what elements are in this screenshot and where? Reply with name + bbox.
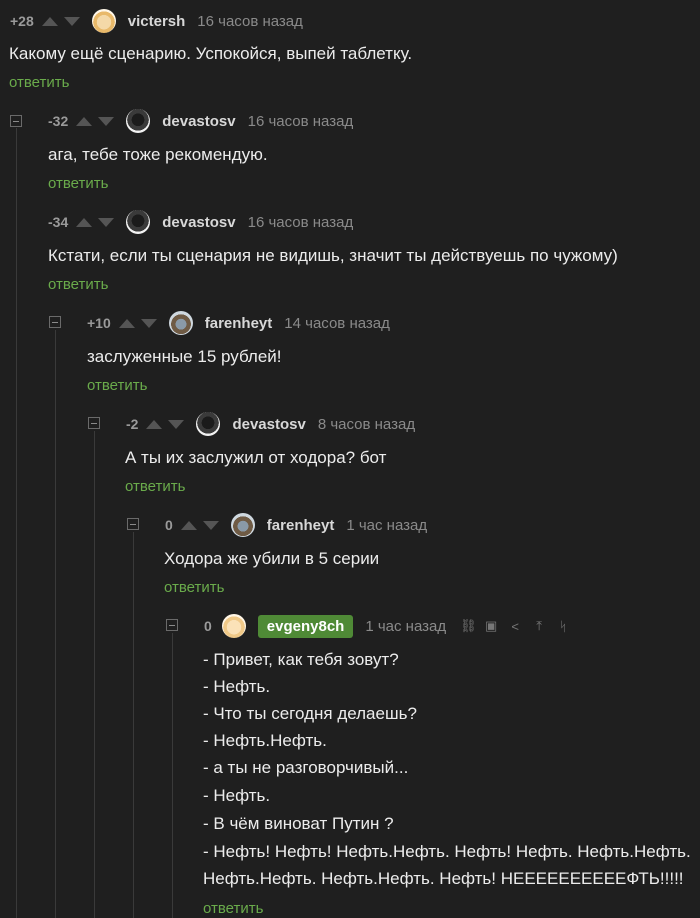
comment-time[interactable]: 16 часов назад [248,113,354,130]
avatar-icon[interactable] [230,513,255,537]
comment-text-line: - а ты не разговорчивый... [203,758,409,777]
comment-time[interactable]: 14 часов назад [284,315,390,332]
thread-line [172,633,173,918]
comment-text: ага, тебе тоже рекомендую. [48,145,268,164]
avatar-icon[interactable] [126,109,151,133]
comment-rating: 0 [204,618,212,634]
avatar-icon[interactable] [126,210,151,234]
upvote-icon[interactable] [76,217,93,227]
comment-author[interactable]: devastosv [232,416,305,433]
thread-line [16,128,17,918]
downvote-icon[interactable] [98,217,115,227]
comment-text: Ходора же убили в 5 серии [164,549,380,568]
avatar-icon[interactable] [221,614,246,638]
comment-text-line: - Привет, как тебя зовут? [203,650,399,669]
branch-icon[interactable]: ᛋ [556,619,570,634]
comment-rating: 0 [165,517,173,533]
comment-text: А ты их заслужил от ходора? бот [125,448,387,467]
upvote-icon[interactable] [146,419,163,429]
comment-time[interactable]: 8 часов назад [318,416,415,433]
reply-link[interactable]: ответить [48,175,108,192]
avatar-icon[interactable] [196,412,221,436]
avatar-icon[interactable] [91,9,116,33]
downvote-icon[interactable] [98,116,115,126]
thread-line [55,330,56,918]
comment-time[interactable]: 16 часов назад [248,214,354,231]
comment-author[interactable]: farenheyt [205,315,273,332]
comment-rating: -34 [48,214,69,230]
reply-link[interactable]: ответить [48,276,108,293]
comment-rating: +10 [87,315,111,331]
comment-text-line: Нефть.Нефть. Нефть.Нефть. Нефть! НЕЕЕЕЕЕ… [203,869,684,888]
link-icon[interactable]: ⛓ [460,618,477,634]
reply-link[interactable]: ответить [125,478,185,495]
thread-line [133,532,134,918]
comment-rating: -32 [48,113,69,129]
collapse-icon[interactable] [127,518,139,530]
comment-rating: +28 [10,13,34,29]
collapse-icon[interactable] [88,417,100,429]
share-icon[interactable]: < [508,619,522,634]
comment-author-badge[interactable]: evgeny8ch [257,614,354,638]
reply-link[interactable]: ответить [203,900,263,917]
comment-text-line: - Нефть.Нефть. [203,731,327,750]
comment-author[interactable]: victersh [128,13,186,30]
upvote-icon[interactable] [180,520,197,530]
downvote-icon[interactable] [168,419,185,429]
comment-time[interactable]: 1 час назад [365,618,446,635]
comment-author[interactable]: devastosv [162,113,235,130]
scroll-up-icon[interactable]: ⤒ [532,618,546,634]
comment-time[interactable]: 1 час назад [346,517,427,534]
comment-text: Кстати, если ты сценария не видишь, знач… [48,246,618,265]
comment-text: заслуженные 15 рублей! [87,347,282,366]
comment-text: Какому ещё сценарию. Успокойся, выпей та… [9,44,413,63]
upvote-icon[interactable] [76,116,93,126]
comment-text-line: - Что ты сегодня делаешь? [203,704,417,723]
downvote-icon[interactable] [202,520,219,530]
comment-author[interactable]: farenheyt [267,517,335,534]
comment-text-line: - В чём виноват Путин ? [203,814,394,833]
upvote-icon[interactable] [118,318,135,328]
comment-text-line: - Нефть! Нефть! Нефть.Нефть. Нефть! Нефт… [203,842,691,861]
collapse-icon[interactable] [49,316,61,328]
thread-line [94,431,95,918]
save-icon[interactable]: ▣ [484,618,498,634]
collapse-icon[interactable] [10,115,22,127]
reply-link[interactable]: ответить [87,377,147,394]
comment-text-line: - Нефть. [203,677,271,696]
reply-link[interactable]: ответить [9,74,69,91]
downvote-icon[interactable] [63,16,80,26]
comment-text-line: - Нефть. [203,786,271,805]
comment-author[interactable]: devastosv [162,214,235,231]
avatar-icon[interactable] [168,311,193,335]
reply-link[interactable]: ответить [164,579,224,596]
collapse-icon[interactable] [166,619,178,631]
upvote-icon[interactable] [41,16,58,26]
downvote-icon[interactable] [140,318,157,328]
comment-rating: -2 [126,416,139,432]
comment-time[interactable]: 16 часов назад [197,13,303,30]
comment-tools: ⛓ ▣ < ⤒ ᛋ [460,618,570,634]
